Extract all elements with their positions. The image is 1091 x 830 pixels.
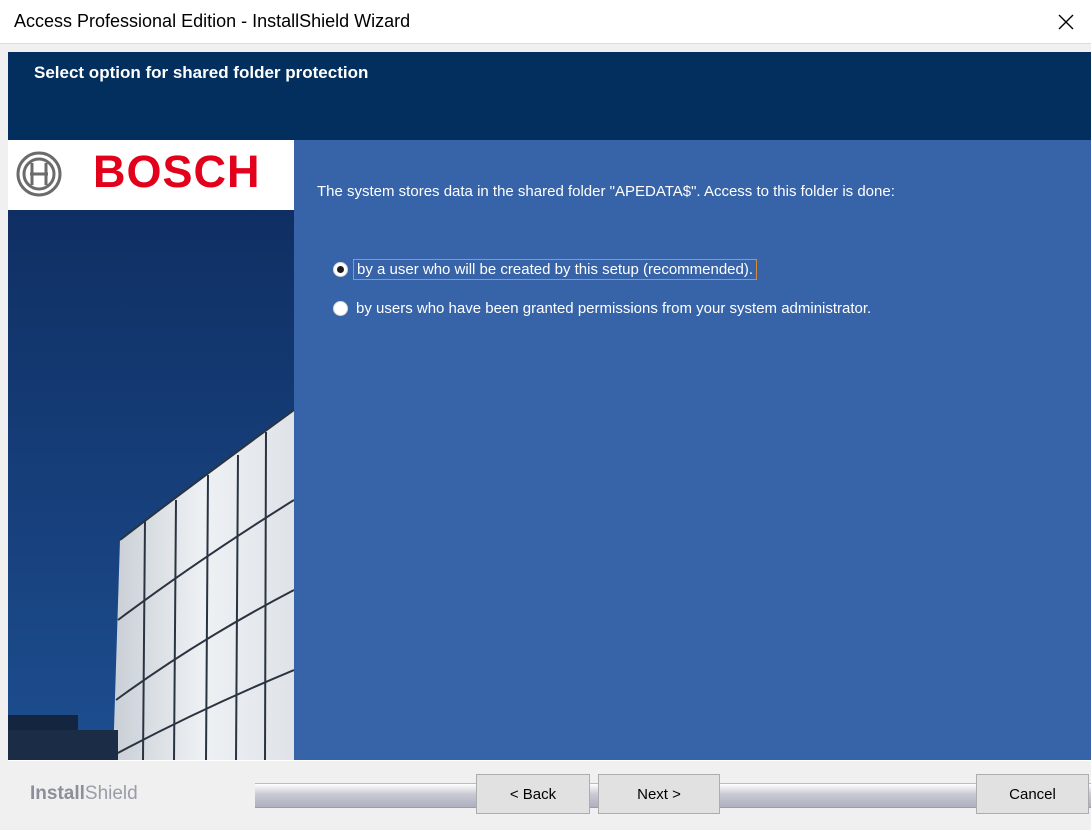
page-heading: Select option for shared folder protecti… bbox=[34, 63, 369, 82]
wizard-header: Select option for shared folder protecti… bbox=[8, 52, 1091, 140]
next-button[interactable]: Next > bbox=[598, 774, 720, 814]
close-button[interactable] bbox=[1041, 0, 1091, 44]
radio-create-user[interactable] bbox=[333, 262, 348, 277]
intro-text: The system stores data in the shared fol… bbox=[317, 183, 895, 200]
wizard-footer: InstallShield < Back Next > Cancel bbox=[8, 760, 1091, 830]
wizard-body: BOSCH The system stores data in the shar… bbox=[8, 140, 1091, 760]
option-create-user-label[interactable]: by a user who will be created by this se… bbox=[353, 259, 758, 280]
bosch-armature-icon bbox=[16, 151, 62, 197]
brand-light: Shield bbox=[84, 783, 138, 804]
option-granted-users[interactable]: by users who have been granted permissio… bbox=[333, 299, 874, 318]
installshield-brand: InstallShield bbox=[30, 783, 138, 805]
window-titlebar: Access Professional Edition - InstallShi… bbox=[0, 0, 1091, 44]
cancel-button[interactable]: Cancel bbox=[976, 774, 1089, 814]
option-create-user[interactable]: by a user who will be created by this se… bbox=[333, 259, 758, 280]
building-illustration bbox=[8, 210, 294, 760]
side-banner: BOSCH bbox=[8, 140, 294, 760]
radio-granted-users[interactable] bbox=[333, 301, 348, 316]
back-button[interactable]: < Back bbox=[476, 774, 590, 814]
bosch-logo: BOSCH bbox=[8, 140, 294, 210]
brand-bold: Install bbox=[30, 783, 85, 804]
option-granted-users-label[interactable]: by users who have been granted permissio… bbox=[353, 299, 874, 318]
close-icon bbox=[1058, 14, 1074, 30]
window-title: Access Professional Edition - InstallShi… bbox=[14, 11, 411, 31]
bosch-wordmark: BOSCH bbox=[93, 146, 261, 197]
